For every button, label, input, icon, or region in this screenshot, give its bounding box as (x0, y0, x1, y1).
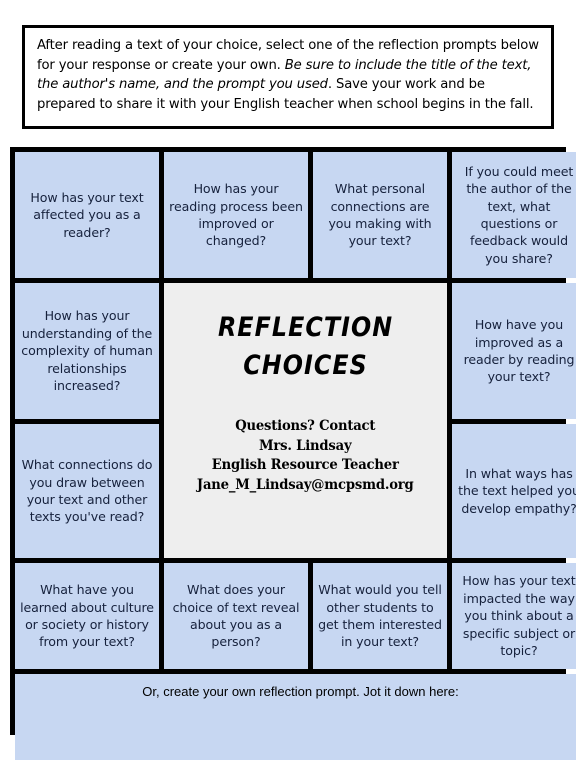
contact-line-email[interactable]: Jane_M_Lindsay@mcpsmd.org (197, 476, 414, 496)
contact-line-questions: Questions? Contact (235, 418, 376, 434)
center-title-panel: REFLECTION CHOICES Questions? Contact Mr… (164, 283, 447, 558)
prompt-cell-r2c4[interactable]: How have you improved as a reader by rea… (452, 283, 576, 419)
prompt-text: What does your choice of text reveal abo… (172, 582, 300, 650)
instruction-box: After reading a text of your choice, sel… (22, 25, 554, 129)
center-heading-line1: REFLECTION (217, 312, 394, 343)
prompt-cell-r4c3[interactable]: What would you tell other students to ge… (313, 563, 447, 669)
prompt-text: What connections do you draw between you… (21, 457, 153, 525)
prompt-cell-r4c4[interactable]: How has your text impacted the way you t… (452, 563, 576, 669)
prompt-text: What have you learned about culture or s… (20, 582, 154, 650)
prompt-text: If you could meet the author of the text… (464, 163, 574, 266)
contact-block: Questions? Contact Mrs. Lindsay English … (197, 417, 414, 495)
prompt-text: In what ways has the text helped you dev… (458, 465, 576, 516)
prompt-text: How has your text affected you as a read… (30, 189, 144, 240)
prompt-text: How has your reading process been improv… (169, 181, 303, 249)
prompt-cell-r3c1[interactable]: What connections do you draw between you… (15, 424, 159, 558)
instruction-text: After reading a text of your choice, sel… (37, 36, 541, 114)
prompt-cell-r2c1[interactable]: How has your understanding of the comple… (15, 283, 159, 419)
contact-line-role: English Resource Teacher (212, 457, 399, 473)
prompt-text: How have you improved as a reader by rea… (463, 317, 575, 385)
prompt-cell-r4c1[interactable]: What have you learned about culture or s… (15, 563, 159, 669)
prompt-text: What personal connections are you making… (328, 181, 432, 249)
prompt-text: What would you tell other students to ge… (318, 582, 442, 650)
own-prompt-text: Or, create your own reflection prompt. J… (142, 684, 459, 699)
prompt-cell-r3c4[interactable]: In what ways has the text helped you dev… (452, 424, 576, 558)
prompt-text: How has your understanding of the comple… (21, 308, 153, 394)
prompt-cell-r4c2[interactable]: What does your choice of text reveal abo… (164, 563, 308, 669)
prompt-cell-r1c1[interactable]: How has your text affected you as a read… (15, 152, 159, 278)
center-heading-line2: CHOICES (243, 350, 368, 381)
own-prompt-cell[interactable]: Or, create your own reflection prompt. J… (15, 674, 576, 760)
worksheet-page: After reading a text of your choice, sel… (0, 0, 576, 760)
prompt-text: How has your text impacted the way you t… (462, 573, 576, 659)
center-heading: REFLECTION CHOICES (218, 309, 393, 385)
prompt-grid: How has your text affected you as a read… (10, 147, 576, 760)
prompt-cell-r1c2[interactable]: How has your reading process been improv… (164, 152, 308, 278)
prompt-cell-r1c4[interactable]: If you could meet the author of the text… (452, 152, 576, 278)
prompt-cell-r1c3[interactable]: What personal connections are you making… (313, 152, 447, 278)
contact-line-name: Mrs. Lindsay (259, 437, 352, 454)
